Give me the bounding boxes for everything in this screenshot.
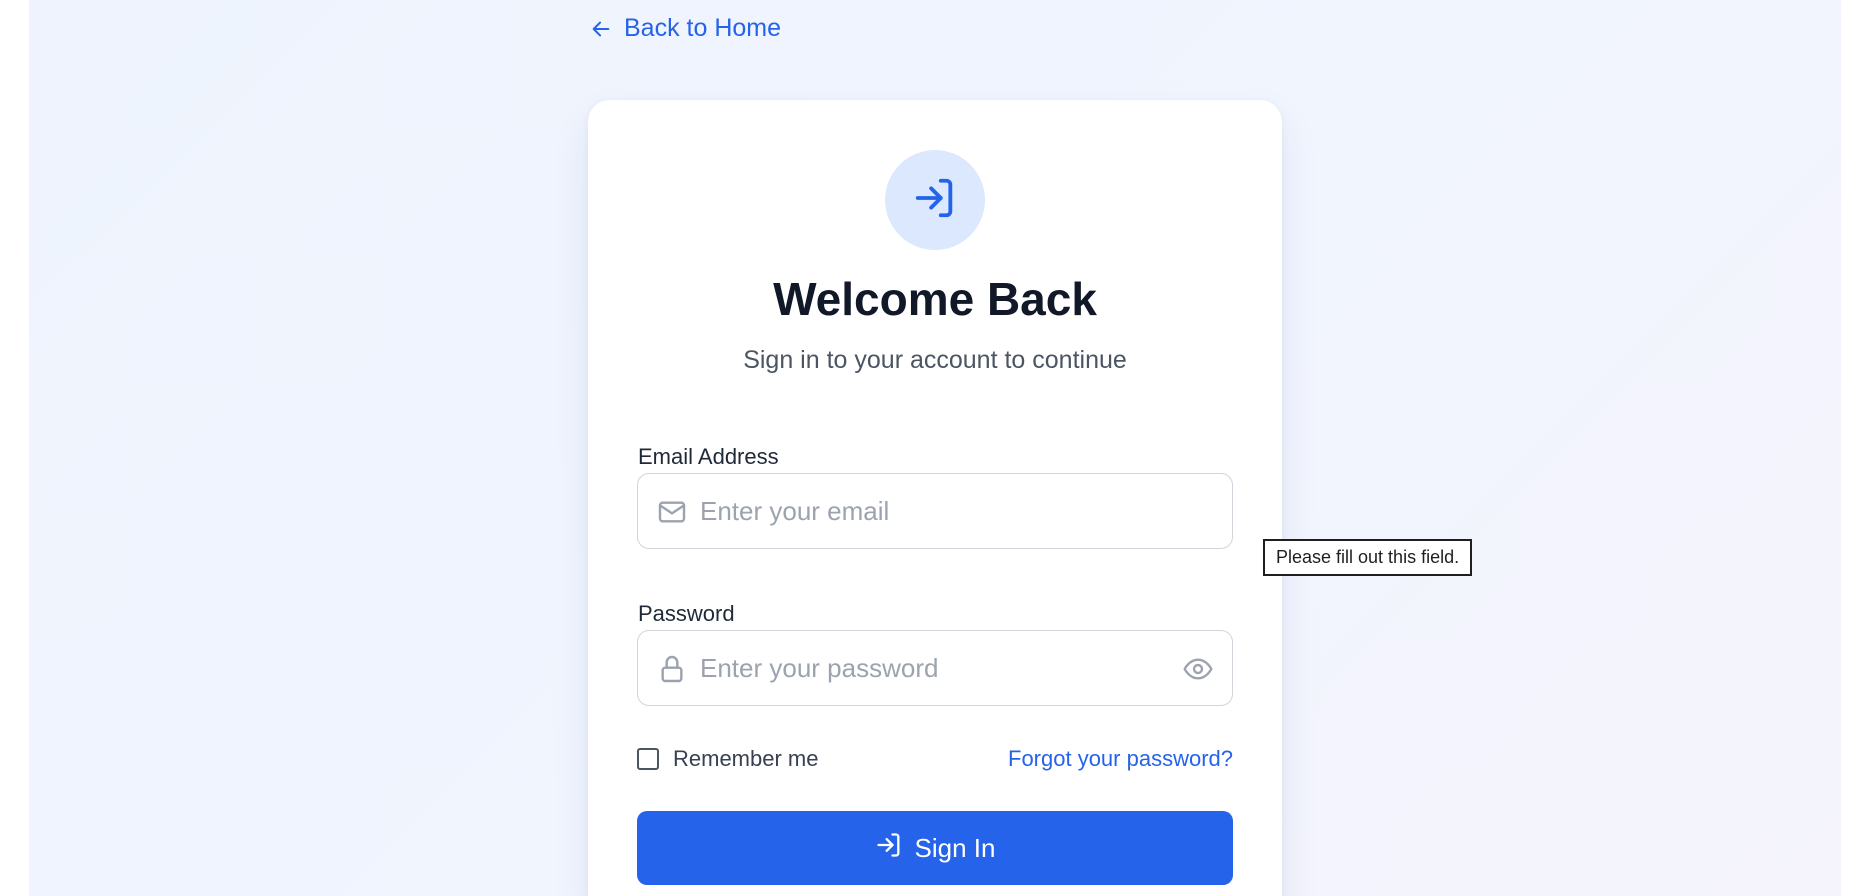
login-card: Welcome Back Sign in to your account to … (588, 100, 1282, 896)
back-to-home-label: Back to Home (624, 14, 782, 42)
email-field (637, 473, 1233, 549)
remember-me-label: Remember me (673, 746, 819, 771)
login-icon-badge (885, 150, 985, 250)
page-subtitle: Sign in to your account to continue (743, 346, 1127, 374)
forgot-password-link[interactable]: Forgot your password? (1008, 746, 1233, 772)
email-input[interactable] (700, 474, 1170, 548)
remember-me: Remember me (637, 746, 818, 772)
page-title: Welcome Back (773, 273, 1097, 325)
sign-in-button-label: Sign In (914, 832, 996, 863)
sign-in-button[interactable]: Sign In (637, 811, 1233, 885)
sign-in-button-icon (875, 831, 903, 866)
lock-icon (656, 653, 688, 685)
mail-icon (656, 496, 688, 528)
eye-icon[interactable] (1182, 653, 1214, 685)
remember-me-checkbox[interactable] (637, 748, 659, 770)
sign-in-icon (912, 175, 958, 226)
validation-tooltip: Please fill out this field. (1263, 539, 1473, 576)
password-field (637, 630, 1233, 706)
password-input[interactable] (700, 631, 1170, 705)
back-to-home-link[interactable]: Back to Home (590, 14, 781, 43)
email-label: Email Address (638, 444, 779, 469)
page-background: Back to Home Welcome Back Sign in to you… (29, 0, 1841, 896)
password-label: Password (638, 601, 735, 626)
arrow-left-icon (590, 18, 612, 40)
